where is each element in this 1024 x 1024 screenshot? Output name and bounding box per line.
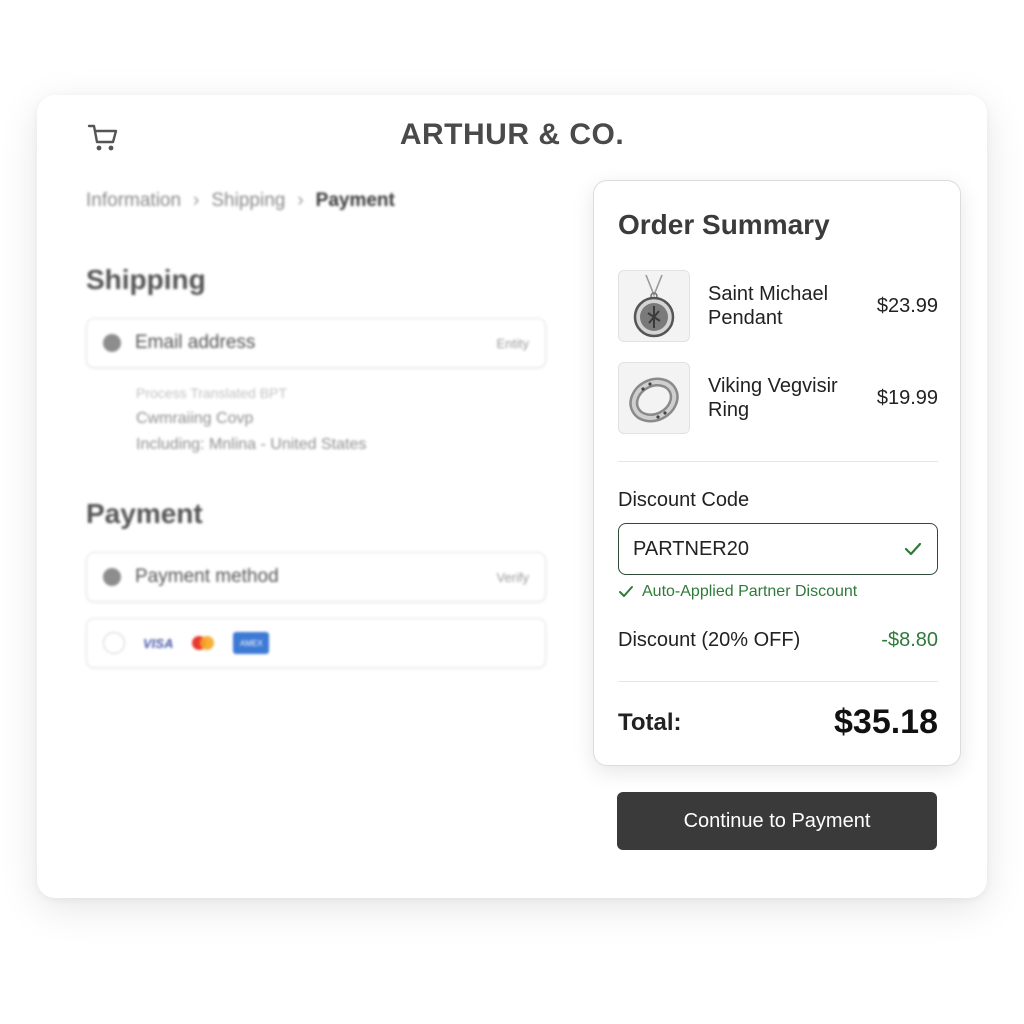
email-field[interactable]: Email address Entity [86,318,546,368]
discount-applied-text: Auto-Applied Partner Discount [642,583,858,600]
discount-code-label: Discount Code [618,489,750,511]
order-summary-title: Order Summary [618,209,830,240]
card-option[interactable]: VISA AMEX [86,618,546,668]
check-icon [904,542,922,556]
list-item: Saint Michael Pendant $23.99 [618,269,938,343]
checkout-form: Information › Shipping › Payment Shippin… [86,190,546,668]
shipping-title: Shipping [86,264,206,295]
check-icon [619,586,633,597]
breadcrumb-shipping[interactable]: Shipping [211,190,285,212]
continue-to-payment-button[interactable]: Continue to Payment [617,792,937,850]
ring-icon [618,362,690,434]
list-item: Viking Vegvisir Ring $19.99 [618,361,938,435]
total-value: $35.18 [834,703,938,741]
email-field-action[interactable]: Entity [496,336,529,351]
amex-icon: AMEX [233,632,270,654]
item-name: Viking Vegvisir Ring [708,375,838,421]
brand-logo[interactable]: ARTHUR & CO. [0,118,1024,152]
visa-icon: VISA [143,635,174,651]
shipping-details: Process Translated BPT Cwmraiing Covp In… [136,380,546,458]
breadcrumb-payment: Payment [315,190,395,211]
discount-row: Discount (20% OFF) -$8.80 [618,629,938,652]
breadcrumb: Information › Shipping › Payment [86,190,546,212]
chevron-right-icon: › [297,190,304,211]
breadcrumb-information[interactable]: Information [86,190,181,212]
divider [618,681,938,682]
item-price: $19.99 [876,386,938,409]
mastercard-icon [189,634,217,652]
pendant-icon [618,270,690,342]
shipping-detail-line: Process Translated BPT [136,385,287,401]
item-name: Saint Michael Pendant [708,283,829,329]
divider [618,461,938,462]
discount-applied-note: Auto-Applied Partner Discount [618,583,857,601]
payment-field-label: Payment method [135,566,279,587]
order-summary: Order Summary Saint Michael Pendant $23.… [593,180,961,766]
payment-method-field[interactable]: Payment method Verify [86,552,546,602]
shipping-detail-line: Including: Mnlina - United States [136,436,367,453]
total-label: Total: [618,708,682,736]
chevron-right-icon: › [193,190,200,211]
card-radio[interactable] [103,632,125,654]
email-radio-icon [103,334,121,352]
email-field-label: Email address [135,332,256,353]
total-row: Total: $35.18 [618,703,938,742]
discount-row-label: Discount (20% OFF) [618,629,801,651]
discount-code-field [618,523,938,575]
payment-field-action[interactable]: Verify [496,570,529,585]
item-price: $23.99 [876,294,938,317]
discount-code-input[interactable] [633,537,903,561]
discount-amount: -$8.80 [881,629,938,651]
payment-radio-icon [103,568,121,586]
shipping-detail-line: Cwmraiing Covp [136,410,254,427]
card-logos: VISA AMEX [143,632,270,654]
payment-title: Payment [86,498,203,529]
